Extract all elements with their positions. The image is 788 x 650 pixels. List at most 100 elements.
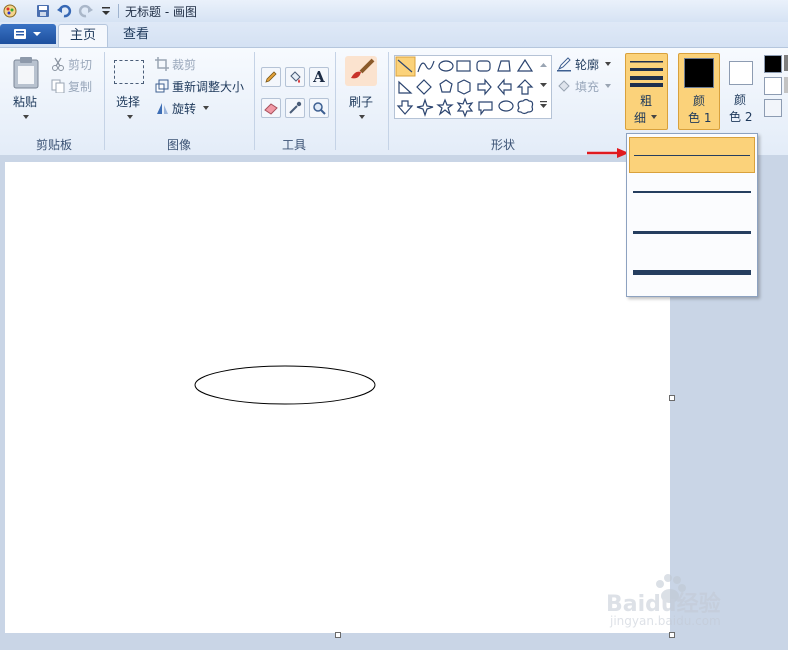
fill-icon xyxy=(558,80,570,92)
select-button[interactable]: 选择 xyxy=(112,56,148,126)
canvas-resize-handle-bottom[interactable] xyxy=(335,632,341,638)
size-option-1px[interactable] xyxy=(629,137,755,173)
window-title: 无标题 - 画图 xyxy=(125,5,197,19)
brushes-button[interactable]: 刷子 xyxy=(342,56,380,126)
chevron-down-icon xyxy=(605,84,611,88)
magnifier-tool[interactable] xyxy=(309,98,329,118)
text-tool[interactable]: A xyxy=(309,67,329,87)
cut-label: 剪切 xyxy=(68,58,93,72)
redo-icon[interactable] xyxy=(78,3,94,19)
palette-swatch-partial[interactable] xyxy=(784,55,788,71)
chevron-down-icon xyxy=(23,115,29,119)
resize-icon xyxy=(155,79,169,93)
brush-icon xyxy=(345,56,377,86)
copy-button[interactable]: 复制 xyxy=(51,78,99,94)
color1-button[interactable]: 颜 色 1 xyxy=(678,53,720,130)
tab-view[interactable]: 查看 xyxy=(112,24,160,46)
palette-swatch-white[interactable] xyxy=(764,77,782,95)
brush-label: 刷子 xyxy=(349,95,374,109)
image-group-label: 图像 xyxy=(166,138,191,152)
chevron-down-icon xyxy=(540,83,547,87)
paste-label: 粘贴 xyxy=(13,95,38,109)
crop-icon xyxy=(155,57,169,71)
outline-label: 轮廓 xyxy=(575,58,600,72)
clipboard-group-label: 剪贴板 xyxy=(35,138,72,152)
eraser-tool[interactable] xyxy=(261,98,281,118)
selection-rectangle-icon xyxy=(114,60,144,84)
customize-toolbar-icon[interactable] xyxy=(98,3,114,19)
pencil-tool[interactable] xyxy=(261,67,281,87)
group-divider xyxy=(388,52,389,150)
chevron-down-icon xyxy=(127,115,133,119)
chevron-up-icon xyxy=(540,63,547,67)
palette-swatch-empty[interactable] xyxy=(764,99,782,117)
title-bar: 无标题 - 画图 xyxy=(0,0,788,23)
chevron-down-icon xyxy=(203,106,209,110)
baidu-watermark: Baidu经验 jingyan.baidu.com xyxy=(606,572,786,632)
fill-tool[interactable] xyxy=(285,67,305,87)
size-option-8px[interactable] xyxy=(629,255,755,291)
shapes-scroll-down-button[interactable] xyxy=(538,76,549,94)
watermark-url: jingyan.baidu.com xyxy=(610,614,721,628)
chevron-down-icon xyxy=(605,62,611,66)
canvas-resize-handle-right[interactable] xyxy=(669,395,675,401)
chevron-down-icon xyxy=(359,115,365,119)
select-label: 选择 xyxy=(116,95,141,109)
rotate-label: 旋转 xyxy=(172,102,197,116)
drawn-ellipse[interactable] xyxy=(194,365,376,405)
fill-button[interactable]: 填充 xyxy=(556,78,614,94)
canvas-resize-handle-corner[interactable] xyxy=(669,632,675,638)
text-tool-icon: A xyxy=(313,68,325,86)
color1-swatch xyxy=(684,58,714,88)
outline-button[interactable]: 轮廓 xyxy=(556,56,614,72)
fill-label: 填充 xyxy=(575,80,600,94)
drawing-canvas[interactable] xyxy=(5,162,670,633)
tab-home[interactable]: 主页 xyxy=(58,24,108,47)
paint-app-icon[interactable] xyxy=(2,3,18,19)
color1-label-bottom: 色 1 xyxy=(688,111,712,125)
magnifier-icon xyxy=(313,102,326,115)
group-divider xyxy=(104,52,105,150)
size-button[interactable]: 粗 细 xyxy=(625,53,668,130)
crop-label: 裁剪 xyxy=(172,58,197,72)
resize-button[interactable]: 重新调整大小 xyxy=(155,78,250,94)
eyedropper-icon xyxy=(289,101,302,114)
undo-icon[interactable] xyxy=(56,3,72,19)
color2-swatch xyxy=(729,61,753,85)
resize-label: 重新调整大小 xyxy=(172,80,245,94)
color2-label-top: 颜 xyxy=(734,93,747,107)
color1-label-top: 颜 xyxy=(693,94,706,108)
size-option-3px[interactable] xyxy=(629,175,755,211)
shapes-expand-button[interactable] xyxy=(538,96,549,114)
eraser-icon xyxy=(264,103,278,115)
group-divider xyxy=(335,52,336,150)
paint-bucket-icon xyxy=(290,71,301,83)
pencil-icon xyxy=(265,71,277,83)
palette-swatch-partial[interactable] xyxy=(784,77,788,93)
expand-gallery-icon xyxy=(540,101,547,108)
group-divider xyxy=(254,52,255,150)
color2-button[interactable]: 颜 色 2 xyxy=(722,53,760,128)
palette-swatch-black[interactable] xyxy=(764,55,782,73)
color2-label-bottom: 色 2 xyxy=(729,110,753,124)
rotate-button[interactable]: 旋转 xyxy=(155,100,215,116)
title-separator xyxy=(118,4,119,18)
chevron-down-icon xyxy=(651,115,657,119)
size-option-5px[interactable] xyxy=(629,215,755,251)
size-label-top: 粗 xyxy=(640,94,653,108)
app-menu-button[interactable] xyxy=(0,24,56,44)
save-icon[interactable] xyxy=(35,3,51,19)
copy-label: 复制 xyxy=(68,80,93,94)
copy-icon xyxy=(51,79,65,93)
tools-group-label: 工具 xyxy=(281,138,306,152)
color-picker-tool[interactable] xyxy=(285,98,305,118)
cut-button[interactable]: 剪切 xyxy=(51,56,99,72)
paste-button[interactable]: 粘贴 xyxy=(8,54,44,124)
paste-icon xyxy=(13,57,39,89)
scissors-icon xyxy=(52,57,64,71)
shapes-group-label: 形状 xyxy=(490,138,515,152)
crop-button[interactable]: 裁剪 xyxy=(155,56,215,72)
outline-icon xyxy=(557,57,571,72)
shapes-scroll-up-button[interactable] xyxy=(538,56,549,74)
line-width-icon xyxy=(630,61,663,87)
